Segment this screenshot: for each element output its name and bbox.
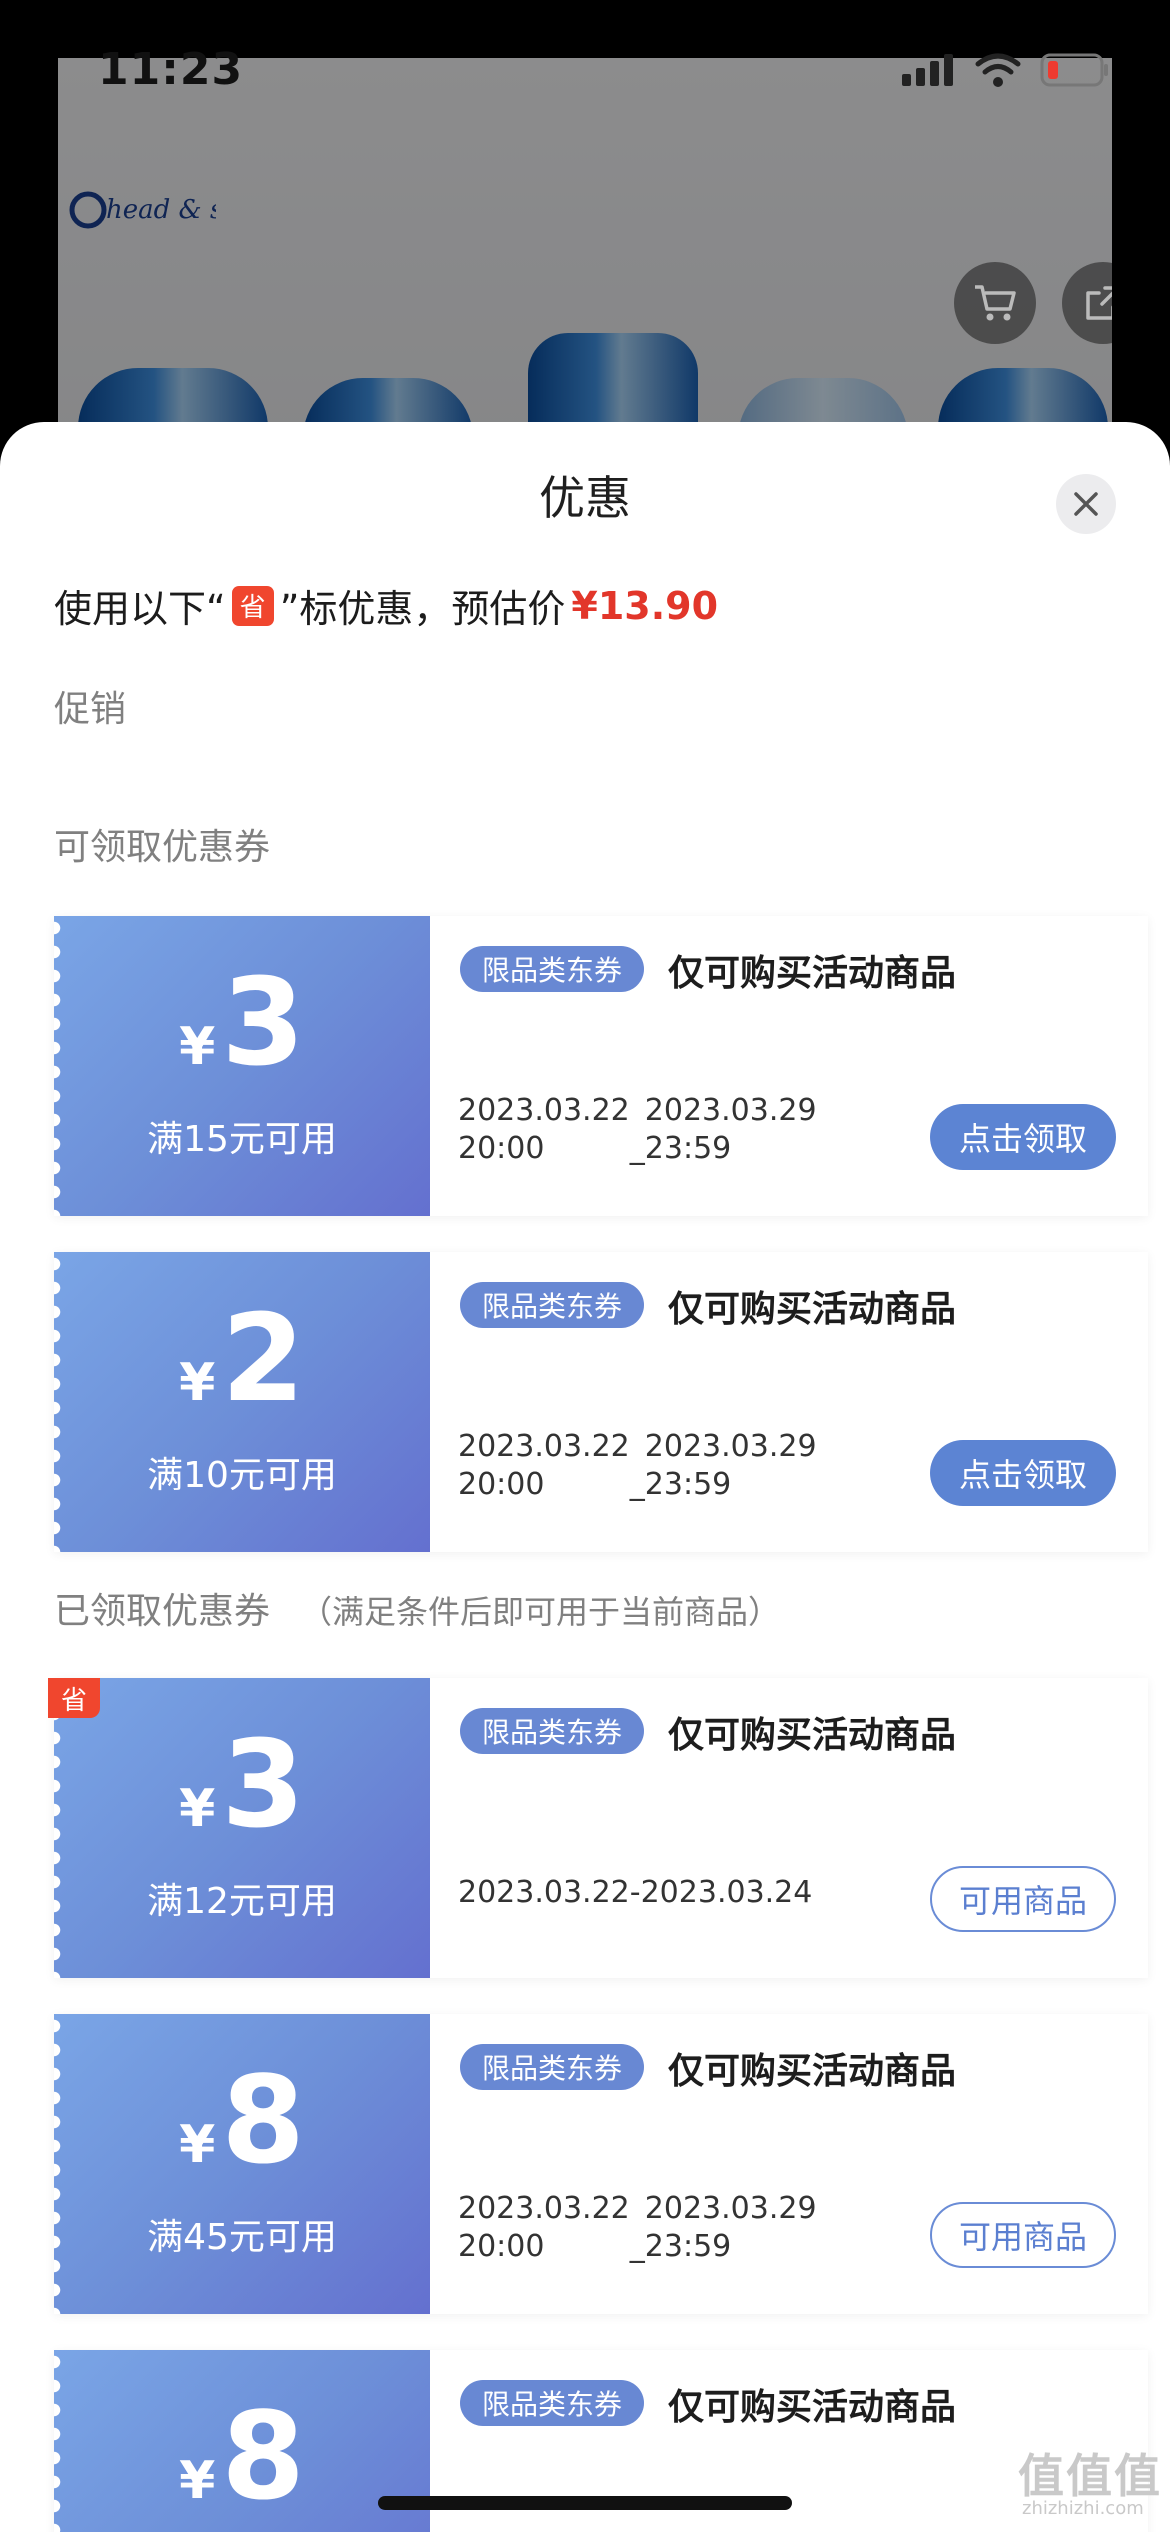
start-time: 20:00: [458, 2229, 545, 2264]
coupon-value-panel: ¥2 满10元可用: [54, 1252, 430, 1552]
coupon-amount: 2: [221, 1290, 305, 1429]
coupon-tag: 限品类东券: [460, 2380, 645, 2426]
coupon-card: ¥2 满10元可用 限品类东券 仅可购买活动商品 2023.03.22 20:00…: [54, 1252, 1148, 1552]
close-button[interactable]: [1056, 474, 1116, 534]
eligible-goods-button[interactable]: 可用商品: [930, 1866, 1116, 1932]
currency-symbol: ¥: [179, 1017, 216, 1077]
cart-button[interactable]: [954, 262, 1036, 344]
coupon-description: 仅可购买活动商品: [668, 2387, 957, 2428]
section-claimed-title: 已领取优惠券: [54, 1591, 271, 1632]
start-time: 20:00: [458, 1131, 545, 1166]
end-time: 23:59: [644, 1131, 732, 1166]
start-date: 2023.03.22: [458, 1093, 630, 1128]
status-time: 11:23: [98, 44, 244, 95]
close-icon: [1074, 492, 1098, 516]
home-indicator[interactable]: [378, 2496, 792, 2510]
coupon-condition: 满15元可用: [147, 1119, 337, 1160]
discount-sheet: 优惠 使用以下“ 省 ”标优惠，预估价 ¥13.90 促销 可领取优惠券 ¥3 …: [0, 422, 1170, 2532]
currency-symbol: ¥: [179, 2451, 216, 2511]
currency-symbol: ¥: [179, 2115, 216, 2175]
screen: head & shoulders 11:23: [0, 0, 1170, 2532]
overlay-dim[interactable]: [58, 58, 1112, 478]
coupon-condition: 满10元可用: [147, 1455, 337, 1496]
coupon-validity: 2023.03.22 20:00 _ 2023.03.29 23:59: [458, 1093, 817, 1166]
coupon-amount: 8: [221, 2388, 305, 2527]
coupon-validity: 2023.03.22 20:00 _ 2023.03.29 23:59: [458, 1429, 817, 1502]
coupon-amount: 8: [221, 2052, 305, 2191]
coupon-card: ¥3 满15元可用 限品类东券 仅可购买活动商品 2023.03.22 20:00…: [54, 916, 1148, 1216]
coupon-amount: 3: [221, 1716, 305, 1855]
coupon-amount: 3: [221, 954, 305, 1093]
end-time: 23:59: [644, 2229, 732, 2264]
claim-button[interactable]: 点击领取: [930, 1104, 1116, 1170]
coupon-condition: 满45元可用: [147, 2217, 337, 2258]
end-time: 23:59: [644, 1467, 732, 1502]
coupon-card: ¥8 满45元可用 限品类东券 仅可购买活动商品 2023.03.22 20:00…: [54, 2014, 1148, 2314]
watermark: 值值值: [1018, 2449, 1162, 2503]
coupon-description: 仅可购买活动商品: [668, 1715, 957, 1756]
coupon-tag: 限品类东券: [460, 946, 645, 992]
coupon-value-panel: ¥3 满15元可用: [54, 916, 430, 1216]
coupon-condition: 满12元可用: [147, 1881, 337, 1922]
battery-icon: [1040, 53, 1108, 87]
wifi-icon: [975, 53, 1021, 87]
coupon-value-panel: ¥3 满12元可用: [54, 1678, 430, 1978]
currency-symbol: ¥: [179, 1779, 216, 1839]
cart-icon: [975, 285, 1016, 321]
coupon-validity: 2023.03.22 20:00 _ 2023.03.29 23:59: [458, 2191, 817, 2264]
claim-button[interactable]: 点击领取: [930, 1440, 1116, 1506]
start-date: 2023.03.22: [458, 1429, 630, 1464]
coupon-description: 仅可购买活动商品: [668, 953, 957, 994]
section-promotion: 促销: [54, 689, 127, 730]
coupon-description: 仅可购买活动商品: [668, 1289, 957, 1330]
start-time: 20:00: [458, 1467, 545, 1502]
watermark-url: zhizhizhi.com: [1022, 2498, 1144, 2519]
estimate-line: 使用以下“ 省 ”标优惠，预估价 ¥13.90: [54, 578, 718, 633]
sheet-title: 优惠: [539, 471, 631, 525]
eligible-goods-button[interactable]: 可用商品: [930, 2202, 1116, 2268]
save-flag: 省: [48, 1678, 100, 1718]
coupon-description: 仅可购买活动商品: [668, 2051, 957, 2092]
end-date: 2023.03.29: [644, 1429, 817, 1464]
currency-symbol: ¥: [179, 1353, 216, 1413]
coupon-card: 省 ¥3 满12元可用 限品类东券 仅可购买活动商品 2023.03.22-20…: [48, 1678, 1148, 1978]
product-image: head & shoulders: [58, 58, 1112, 478]
coupon-validity: 2023.03.22-2023.03.24: [458, 1875, 813, 1910]
start-date: 2023.03.22: [458, 2191, 630, 2226]
estimate-prefix: 使用以下“: [54, 587, 226, 631]
estimated-price: ¥13.90: [571, 583, 719, 628]
status-icons: [902, 52, 1110, 88]
estimate-suffix: ”标优惠，预估价: [279, 587, 566, 631]
end-date: 2023.03.29: [644, 2191, 817, 2226]
share-icon: [1086, 286, 1112, 320]
coupon-tag: 限品类东券: [460, 1282, 645, 1328]
save-badge: 省: [231, 585, 274, 626]
section-available-coupons: 可领取优惠券: [54, 827, 271, 868]
section-claimed-note: （满足条件后即可用于当前商品）: [300, 1593, 781, 1631]
section-claimed-coupons: 已领取优惠券 （满足条件后即可用于当前商品）: [54, 1582, 780, 1634]
coupon-value-panel: ¥8 满45元可用: [54, 2014, 430, 2314]
coupon-value-panel: ¥8: [54, 2350, 430, 2532]
coupon-tag: 限品类东券: [460, 1708, 645, 1754]
signal-icon: [902, 54, 953, 86]
end-date: 2023.03.29: [644, 1093, 817, 1128]
coupon-tag: 限品类东券: [460, 2044, 645, 2090]
